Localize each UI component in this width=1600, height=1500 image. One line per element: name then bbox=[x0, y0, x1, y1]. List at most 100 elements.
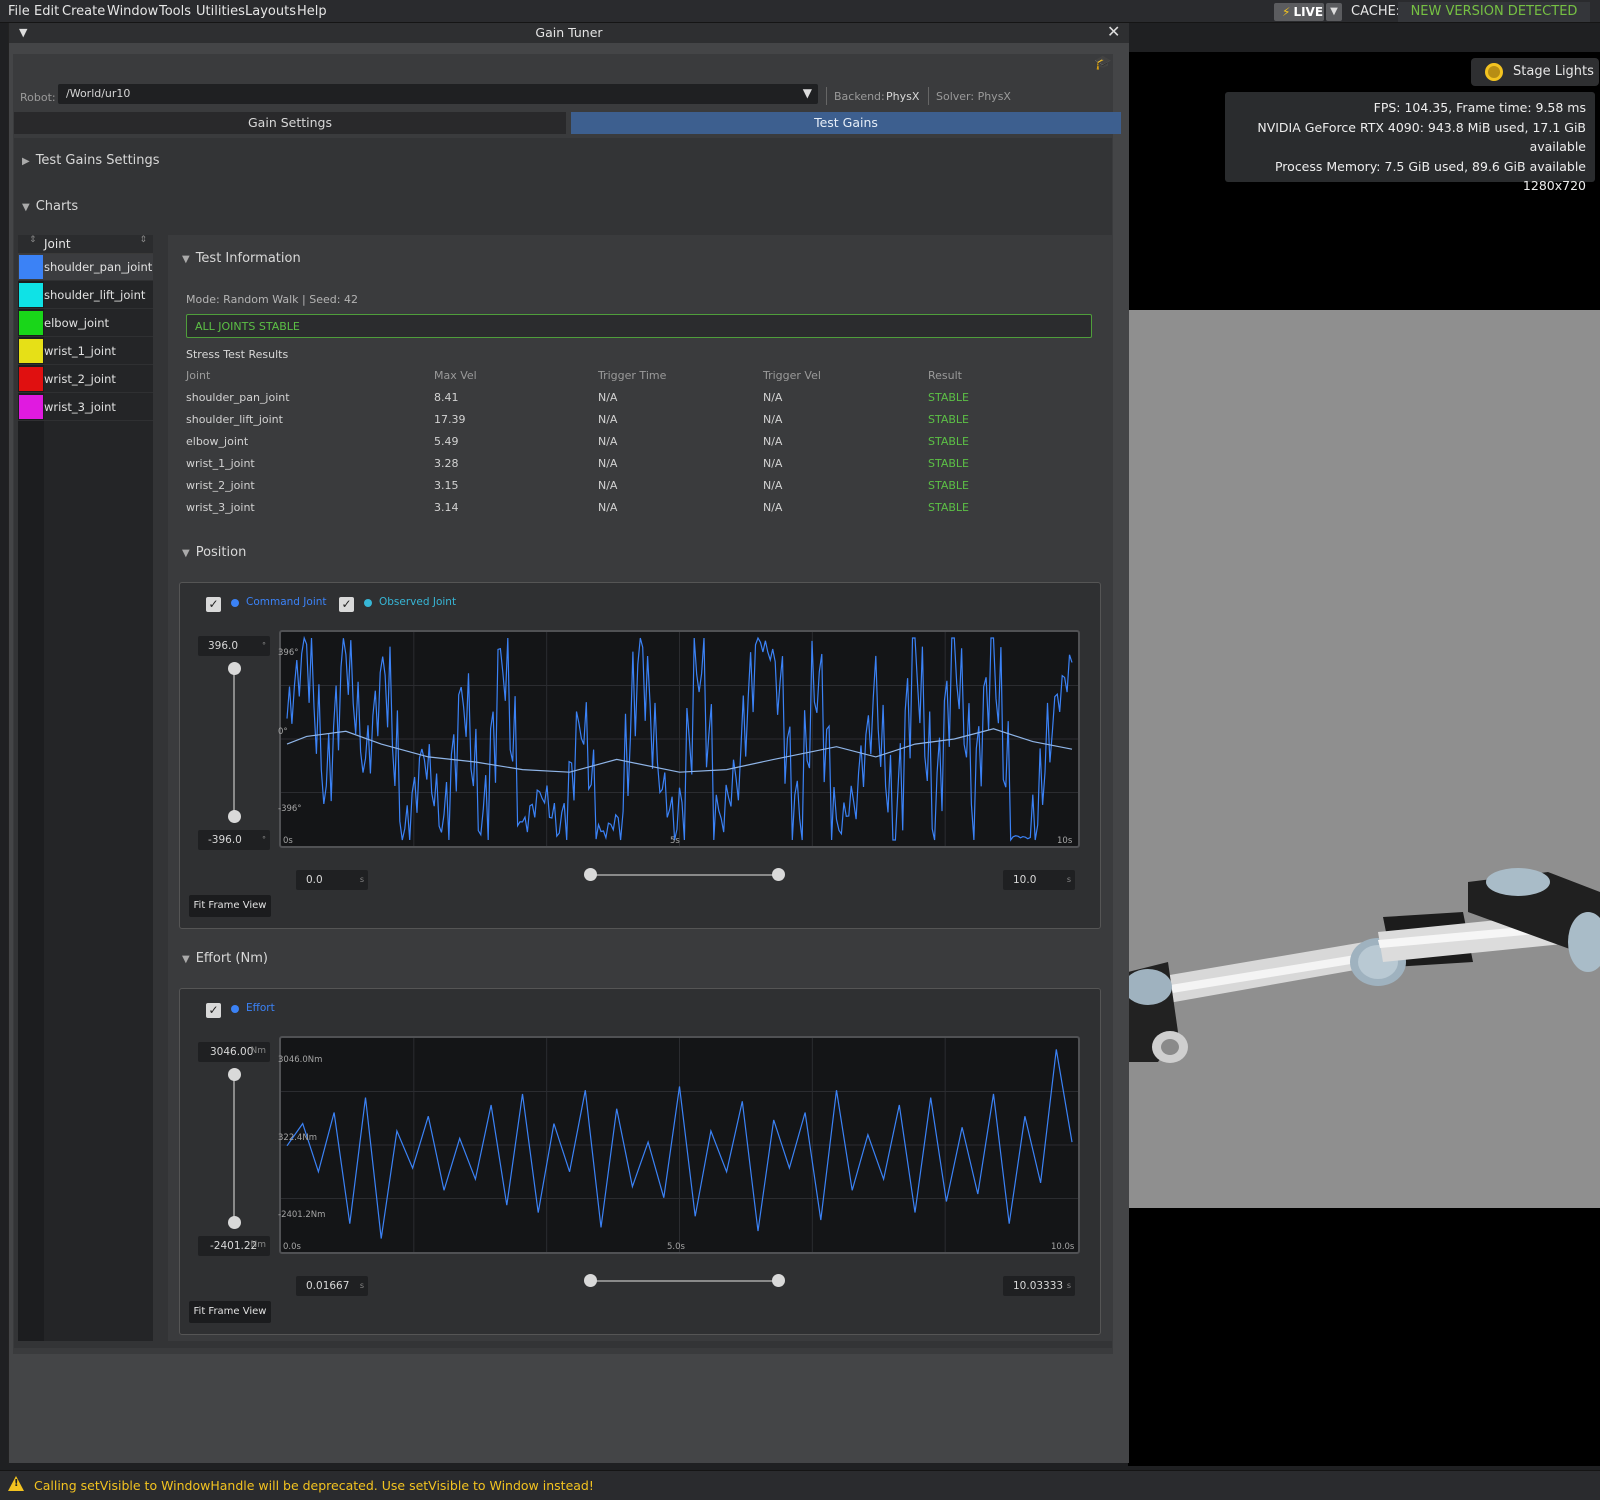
bolt-icon: ⚡ bbox=[1282, 5, 1291, 19]
menu-file[interactable]: File bbox=[8, 4, 30, 19]
joint-list-header[interactable]: ⇕ Joint ⇕ bbox=[18, 235, 153, 254]
effort-x-max-handle[interactable] bbox=[772, 1274, 785, 1287]
y-min-value: -396.0 bbox=[208, 834, 242, 846]
command-joint-checkbox[interactable]: ✓ bbox=[206, 597, 221, 612]
cache-status-badge[interactable]: NEW VERSION DETECTED bbox=[1398, 2, 1590, 22]
window-title-bar[interactable]: Gain Tuner bbox=[9, 23, 1129, 43]
effort-y-max-input[interactable]: 3046.00 Nm bbox=[198, 1042, 270, 1062]
x-unit: s bbox=[359, 1281, 364, 1290]
menu-utilities[interactable]: Utilities bbox=[196, 4, 245, 19]
observed-joint-checkbox[interactable]: ✓ bbox=[339, 597, 354, 612]
joint-list: ⇕ Joint ⇕ shoulder_pan_joint shoulder_lif… bbox=[18, 235, 153, 1341]
section-effort[interactable]: ▼ Effort (Nm) bbox=[182, 951, 268, 966]
joint-row[interactable]: elbow_joint bbox=[18, 310, 153, 337]
observed-joint-legend: Observed Joint bbox=[379, 596, 457, 608]
table-cell: N/A bbox=[598, 457, 618, 470]
warning-icon: ! bbox=[8, 1476, 24, 1491]
joint-row[interactable]: wrist_1_joint bbox=[18, 338, 153, 365]
effort-x-min-input[interactable]: 0.01667 s bbox=[296, 1276, 368, 1296]
table-cell: STABLE bbox=[928, 413, 969, 426]
menu-create[interactable]: Create bbox=[62, 4, 105, 19]
status-bar: ! Calling setVisible to WindowHandle wil… bbox=[0, 1470, 1600, 1500]
command-joint-legend-dot bbox=[231, 599, 239, 607]
menu-tools[interactable]: Tools bbox=[159, 4, 191, 19]
position-y-max-handle[interactable] bbox=[228, 662, 241, 675]
live-button[interactable]: ⚡ LIVE bbox=[1274, 3, 1324, 21]
position-y-mid-label: 0° bbox=[278, 727, 288, 737]
table-column-header: Trigger Vel bbox=[763, 369, 821, 382]
sort-icon: ⇕ bbox=[139, 235, 147, 245]
backend-value: PhysX bbox=[886, 90, 920, 103]
table-column-header: Max Vel bbox=[434, 369, 477, 382]
menu-help[interactable]: Help bbox=[297, 4, 327, 19]
command-joint-legend: Command Joint bbox=[246, 596, 327, 608]
close-icon[interactable]: ✕ bbox=[1107, 22, 1120, 41]
section-position[interactable]: ▼ Position bbox=[182, 545, 246, 560]
menu-layouts[interactable]: Layouts bbox=[245, 4, 296, 19]
position-y-range-track[interactable] bbox=[233, 668, 235, 818]
section-charts[interactable]: ▼ Charts bbox=[22, 199, 78, 214]
robot-select[interactable]: /World/ur10 ▼ bbox=[58, 84, 818, 104]
table-cell: N/A bbox=[763, 457, 783, 470]
effort-y-max-handle[interactable] bbox=[228, 1068, 241, 1081]
joint-row[interactable]: wrist_3_joint bbox=[18, 394, 153, 421]
position-x-mid-label: 5s bbox=[670, 836, 680, 846]
joint-row[interactable]: shoulder_pan_joint bbox=[18, 254, 153, 281]
table-cell: N/A bbox=[763, 501, 783, 514]
table-cell: wrist_2_joint bbox=[186, 479, 255, 492]
collapse-icon[interactable]: ▼ bbox=[19, 26, 27, 39]
triangle-down-icon: ▼ bbox=[22, 202, 30, 213]
table-cell: STABLE bbox=[928, 391, 969, 404]
effort-x-mid-label: 5.0s bbox=[667, 1242, 685, 1252]
position-y-bottom-label: -396° bbox=[278, 804, 302, 814]
table-cell: N/A bbox=[598, 413, 618, 426]
section-test-information[interactable]: ▼ Test Information bbox=[182, 251, 301, 266]
section-test-gains-settings[interactable]: ▶ Test Gains Settings bbox=[22, 153, 160, 168]
x-max-value: 10.0 bbox=[1013, 874, 1037, 886]
position-plot[interactable] bbox=[279, 630, 1080, 848]
position-y-min-input[interactable]: -396.0 ° bbox=[198, 830, 270, 850]
joint-row[interactable]: wrist_2_joint bbox=[18, 366, 153, 393]
tab-gain-settings[interactable]: Gain Settings bbox=[14, 112, 566, 134]
graduation-cap-icon[interactable]: 🎓 bbox=[1094, 55, 1111, 71]
viewport[interactable]: Stage Lights FPS: 104.35, Frame time: 9.… bbox=[1128, 52, 1600, 1466]
position-y-max-input[interactable]: 396.0 ° bbox=[198, 636, 270, 656]
effort-checkbox[interactable]: ✓ bbox=[206, 1003, 221, 1018]
y-unit: ° bbox=[262, 835, 266, 844]
position-x-min-input[interactable]: 0.0 s bbox=[296, 870, 368, 890]
sort-icon: ⇕ bbox=[29, 235, 37, 245]
joint-name: wrist_2_joint bbox=[44, 372, 116, 386]
joint-color-swatch bbox=[19, 283, 43, 307]
table-cell: 3.15 bbox=[434, 479, 459, 492]
stage-lights-button[interactable]: Stage Lights bbox=[1471, 58, 1599, 86]
live-dropdown-button[interactable]: ▼ bbox=[1326, 3, 1342, 21]
position-x-max-input[interactable]: 10.0 s bbox=[1003, 870, 1075, 890]
triangle-down-icon: ▼ bbox=[182, 548, 190, 559]
effort-x-min-handle[interactable] bbox=[584, 1274, 597, 1287]
position-x-min-handle[interactable] bbox=[584, 868, 597, 881]
robot-arm-render bbox=[1128, 868, 1600, 1063]
effort-y-min-input[interactable]: -2401.22 Nm bbox=[198, 1236, 270, 1256]
position-x-end-label: 10s bbox=[1057, 836, 1073, 846]
menu-window[interactable]: Window bbox=[107, 4, 158, 19]
table-cell: 3.14 bbox=[434, 501, 459, 514]
effort-y-min-handle[interactable] bbox=[228, 1216, 241, 1229]
tab-test-gains[interactable]: Test Gains bbox=[571, 112, 1121, 134]
section-title: Effort (Nm) bbox=[195, 951, 268, 966]
position-y-min-handle[interactable] bbox=[228, 810, 241, 823]
effort-x-max-input[interactable]: 10.03333 s bbox=[1003, 1276, 1075, 1296]
effort-x-range-track[interactable] bbox=[590, 1280, 780, 1282]
position-x-max-handle[interactable] bbox=[772, 868, 785, 881]
position-x-range-track[interactable] bbox=[590, 874, 780, 876]
effort-plot[interactable] bbox=[279, 1036, 1080, 1254]
table-cell: 17.39 bbox=[434, 413, 466, 426]
menu-edit[interactable]: Edit bbox=[34, 4, 59, 19]
chevron-down-icon: ▼ bbox=[1330, 6, 1338, 17]
menu-bar: File Edit Create Window Tools Utilities … bbox=[0, 0, 1600, 23]
joint-row[interactable]: shoulder_lift_joint bbox=[18, 282, 153, 309]
effort-y-range-track[interactable] bbox=[233, 1074, 235, 1224]
y-unit: Nm bbox=[250, 1240, 267, 1250]
effort-fit-frame-button[interactable]: Fit Frame View bbox=[189, 1301, 271, 1323]
position-fit-frame-button[interactable]: Fit Frame View bbox=[189, 895, 271, 917]
status-message: Calling setVisible to WindowHandle will … bbox=[34, 1478, 594, 1493]
